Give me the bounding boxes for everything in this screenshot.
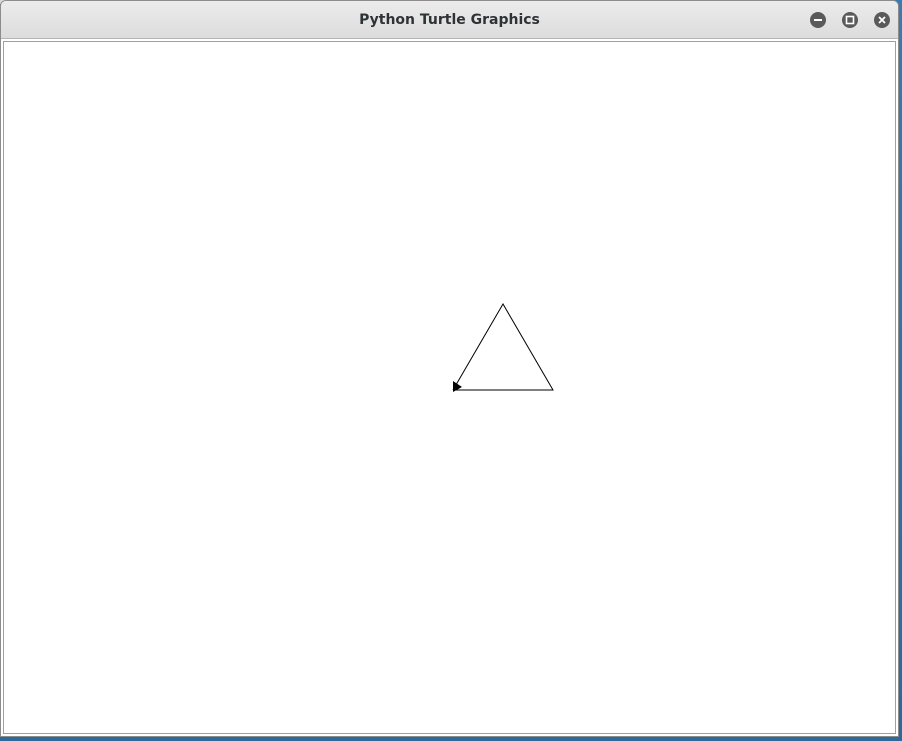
- close-button[interactable]: [874, 12, 890, 28]
- title-bar[interactable]: Python Turtle Graphics: [1, 1, 898, 39]
- minimize-button[interactable]: [810, 12, 826, 28]
- window-title: Python Turtle Graphics: [359, 12, 540, 28]
- maximize-button[interactable]: [842, 12, 858, 28]
- minimize-icon: [814, 19, 822, 21]
- close-icon: [878, 16, 886, 24]
- drawing-surface: [452, 303, 554, 392]
- maximize-icon: [845, 15, 855, 25]
- turtle-window: Python Turtle Graphics: [0, 0, 899, 737]
- turtle-canvas[interactable]: [3, 41, 896, 734]
- triangle-drawing: [452, 303, 554, 391]
